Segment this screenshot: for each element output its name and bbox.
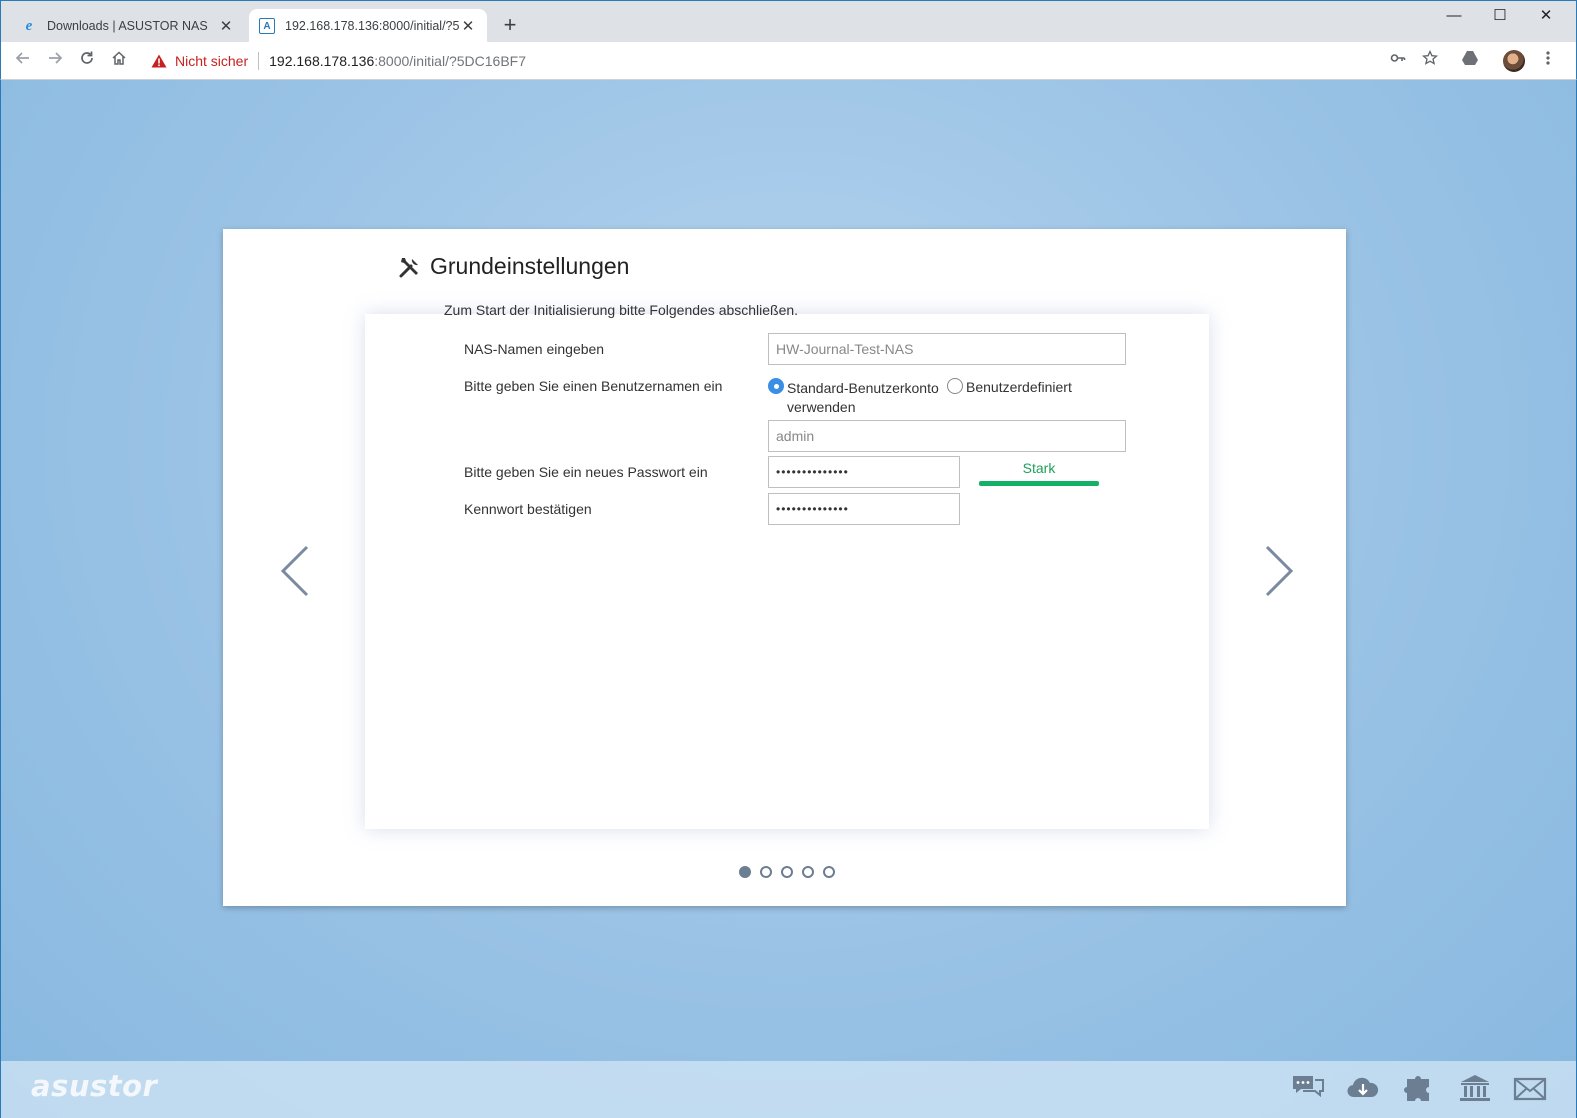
radio-default-account[interactable]: [768, 378, 784, 394]
tab-title: 192.168.178.136:8000/initial/?5DC: [285, 19, 459, 33]
footer-bar: asustor: [1, 1061, 1576, 1118]
step-dot[interactable]: [739, 866, 751, 878]
reload-icon[interactable]: [75, 49, 99, 73]
close-tab-icon[interactable]: ✕: [459, 17, 477, 35]
step-dot[interactable]: [781, 866, 793, 878]
browser-toolbar: Nicht sicher 192.168.178.136:8000/initia…: [0, 42, 1577, 80]
tab-initial[interactable]: A 192.168.178.136:8000/initial/?5DC ✕: [249, 9, 487, 43]
radio-default-label: Standard-Benutzerkonto verwenden: [787, 379, 939, 417]
setup-wizard-card: Grundeinstellungen Zum Start der Initial…: [223, 229, 1346, 906]
institution-icon[interactable]: [1458, 1073, 1492, 1103]
step-dot[interactable]: [760, 866, 772, 878]
previous-arrow-icon[interactable]: [278, 544, 312, 598]
confirm-password-input[interactable]: ••••••••••••••: [768, 493, 960, 525]
password-label: Bitte geben Sie ein neues Passwort ein: [464, 464, 708, 480]
warning-icon[interactable]: [149, 52, 169, 70]
url-host: 192.168.178.136: [269, 53, 375, 69]
new-tab-button[interactable]: +: [497, 13, 523, 39]
tab-title: Downloads | ASUSTOR NAS: [47, 19, 208, 33]
home-icon[interactable]: [107, 49, 131, 73]
star-icon[interactable]: [1419, 49, 1441, 72]
tab-downloads[interactable]: e Downloads | ASUSTOR NAS ✕: [11, 9, 245, 43]
nas-name-label: NAS-Namen eingeben: [464, 341, 605, 357]
close-window-button[interactable]: ✕: [1523, 5, 1569, 29]
next-arrow-icon[interactable]: [1262, 544, 1296, 598]
drive-extension-icon[interactable]: [1459, 50, 1481, 72]
step-dot[interactable]: [802, 866, 814, 878]
radio-custom-label: Benutzerdefiniert: [966, 379, 1072, 395]
password-strength-bar: [979, 481, 1099, 486]
nas-name-input[interactable]: HW-Journal-Test-NAS: [768, 333, 1126, 365]
step-indicator: [739, 866, 835, 878]
chat-icon[interactable]: [1291, 1073, 1325, 1103]
security-label[interactable]: Nicht sicher: [175, 53, 248, 69]
confirm-password-label: Kennwort bestätigen: [464, 501, 592, 517]
ie-icon: e: [25, 17, 33, 34]
password-strength-label: Stark: [1022, 460, 1056, 476]
title-text: Grundeinstellungen: [430, 253, 630, 279]
asustor-logo: asustor: [31, 1069, 158, 1103]
url-path: :8000/initial/?5DC16BF7: [374, 53, 527, 69]
asustor-icon: A: [259, 18, 275, 34]
close-tab-icon[interactable]: ✕: [217, 17, 235, 35]
step-dot[interactable]: [823, 866, 835, 878]
mail-icon[interactable]: [1513, 1073, 1547, 1103]
profile-avatar[interactable]: [1503, 50, 1525, 72]
back-icon[interactable]: [11, 49, 35, 73]
forward-icon[interactable]: [43, 49, 67, 73]
app-central-icon[interactable]: [1401, 1073, 1435, 1103]
address-bar[interactable]: Nicht sicher 192.168.178.136:8000/initia…: [143, 47, 1463, 75]
radio-default-line1: Standard-Benutzerkonto: [787, 380, 939, 396]
subtitle: Zum Start der Initialisierung bitte Folg…: [444, 302, 799, 318]
page-title: Grundeinstellungen: [398, 253, 629, 280]
tools-icon: [399, 257, 418, 277]
username-label: Bitte geben Sie einen Benutzernamen ein: [464, 378, 723, 394]
minimize-button[interactable]: —: [1431, 5, 1477, 29]
radio-default-line2: verwenden: [787, 399, 856, 415]
page-background: Grundeinstellungen Zum Start der Initial…: [0, 80, 1577, 1118]
key-icon[interactable]: [1387, 50, 1409, 72]
password-input[interactable]: ••••••••••••••: [768, 456, 960, 488]
username-input[interactable]: admin: [768, 420, 1126, 452]
maximize-button[interactable]: ☐: [1477, 5, 1523, 29]
radio-custom-account[interactable]: [947, 378, 963, 394]
divider: [258, 52, 260, 70]
menu-icon[interactable]: [1537, 50, 1559, 72]
cloud-download-icon[interactable]: [1346, 1073, 1380, 1103]
tab-strip: e Downloads | ASUSTOR NAS ✕ A 192.168.17…: [0, 0, 1577, 43]
